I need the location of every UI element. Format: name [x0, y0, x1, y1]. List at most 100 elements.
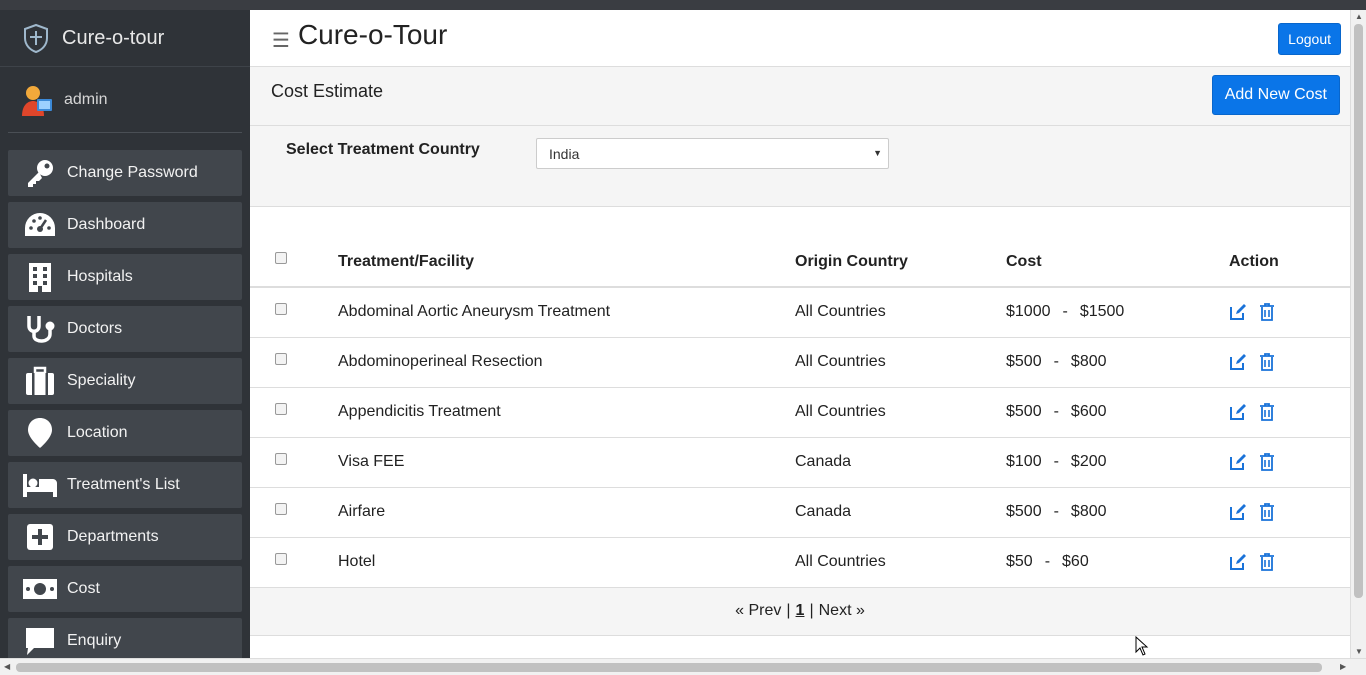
brand[interactable]: Cure-o-tour: [0, 10, 250, 67]
sidebar-item-departments[interactable]: Departments: [8, 514, 242, 560]
scroll-up-icon[interactable]: ▲: [1355, 12, 1363, 21]
row-checkbox[interactable]: [275, 552, 287, 565]
sidebar: Cure-o-tour admin Change Password Dashbo…: [0, 10, 250, 658]
header-origin: Origin Country: [795, 237, 1006, 288]
sidebar-item-label: Cost: [67, 580, 100, 597]
next-page-link[interactable]: Next »: [819, 602, 865, 620]
scroll-left-icon[interactable]: ◀: [4, 662, 10, 671]
pager-separator: |: [809, 602, 814, 619]
cost-range: $500- $800: [1006, 337, 1229, 388]
sidebar-item-doctors[interactable]: Doctors: [8, 306, 242, 352]
menu-toggle-icon[interactable]: ☰: [272, 28, 290, 53]
treatment-name: Hotel: [338, 537, 795, 588]
sidebar-item-label: Enquiry: [67, 632, 122, 649]
sidebar-menu: Change Password Dashboard Hospitals Doct…: [0, 150, 250, 658]
row-select-cell: [250, 487, 338, 538]
table-row: Abdominoperineal Resection All Countries $…: [250, 337, 1350, 388]
cost-max: $1500: [1079, 303, 1125, 321]
treatment-country-select[interactable]: India ▼: [536, 138, 889, 169]
building-icon: [22, 260, 58, 294]
cost-max: $800: [1070, 353, 1107, 370]
sidebar-item-speciality[interactable]: Speciality: [8, 358, 242, 404]
mouse-cursor-icon: [1135, 636, 1149, 656]
panel-title: Cost Estimate: [271, 81, 384, 101]
filter-label: Select Treatment Country: [286, 141, 480, 158]
table-row: Abdominal Aortic Aneurysm Treatment All C…: [250, 287, 1350, 338]
current-page-link[interactable]: 1: [796, 602, 805, 620]
table-row: Visa FEE Canada $100- $200: [250, 437, 1350, 488]
cost-range: $1000- $1500: [1006, 287, 1229, 338]
sidebar-item-dashboard[interactable]: Dashboard: [8, 202, 242, 248]
stethoscope-icon: [22, 312, 58, 346]
horizontal-scrollbar[interactable]: ◀ ▶: [0, 658, 1366, 675]
row-checkbox[interactable]: [275, 502, 287, 515]
cost-max: $60: [1062, 553, 1089, 570]
trash-icon[interactable]: [1259, 303, 1277, 322]
user-profile[interactable]: admin: [8, 67, 242, 133]
logout-button[interactable]: Logout: [1278, 23, 1341, 55]
user-name: admin: [64, 90, 108, 108]
row-select-cell: [250, 437, 338, 488]
row-checkbox[interactable]: [275, 452, 287, 465]
select-all-checkbox[interactable]: [275, 252, 287, 265]
trash-icon[interactable]: [1259, 553, 1277, 571]
scroll-right-icon[interactable]: ▶: [1340, 662, 1346, 671]
window-top-strip: [0, 0, 1366, 10]
origin-country: All Countries: [795, 337, 1006, 388]
vertical-scrollbar[interactable]: ▲ ▼: [1350, 10, 1366, 658]
edit-icon[interactable]: [1229, 403, 1247, 421]
cost-min: $500: [1006, 353, 1042, 370]
trash-icon[interactable]: [1259, 403, 1277, 421]
row-actions: [1229, 437, 1350, 488]
row-actions: [1229, 487, 1350, 538]
main-content: ☰ Cure-o-Tour Logout Cost Estimate Add N…: [250, 10, 1350, 658]
sidebar-item-label: Treatment's List: [67, 476, 180, 493]
cost-range-separator: -: [1044, 553, 1051, 570]
brand-logo-icon: [24, 23, 48, 53]
cost-range-separator: -: [1062, 303, 1068, 321]
scroll-down-icon[interactable]: ▼: [1355, 647, 1363, 656]
prev-page-link[interactable]: « Prev: [735, 602, 781, 620]
trash-icon[interactable]: [1259, 353, 1277, 371]
edit-icon[interactable]: [1229, 353, 1247, 371]
table-row: Airfare Canada $500- $800: [250, 487, 1350, 538]
row-select-cell: [250, 287, 338, 338]
horizontal-scroll-thumb[interactable]: [16, 663, 1322, 672]
row-checkbox[interactable]: [275, 352, 287, 365]
sidebar-item-change-password[interactable]: Change Password: [8, 150, 242, 196]
edit-icon[interactable]: [1229, 453, 1247, 471]
sidebar-item-location[interactable]: Location: [8, 410, 242, 456]
cost-range-separator: -: [1053, 453, 1059, 470]
sidebar-item-treatments-list[interactable]: Treatment's List: [8, 462, 242, 508]
edit-icon[interactable]: [1229, 553, 1247, 571]
vertical-scroll-thumb[interactable]: [1354, 24, 1363, 598]
sidebar-item-cost[interactable]: Cost: [8, 566, 242, 612]
row-select-cell: [250, 337, 338, 388]
cost-max: $800: [1070, 503, 1107, 520]
select-value: India: [549, 145, 580, 162]
cost-range: $500- $600: [1006, 387, 1229, 438]
row-checkbox[interactable]: [275, 402, 287, 415]
treatment-name: Abdominal Aortic Aneurysm Treatment: [338, 287, 795, 338]
comment-icon: [22, 624, 58, 658]
trash-icon[interactable]: [1259, 453, 1277, 471]
cost-table-wrapper: Treatment/Facility Origin Country Cost A…: [250, 207, 1350, 588]
trash-icon[interactable]: [1259, 503, 1277, 521]
cost-range: $50- $60: [1006, 537, 1229, 588]
header-cost: Cost: [1006, 237, 1229, 288]
add-new-cost-button[interactable]: Add New Cost: [1211, 75, 1340, 115]
bed-icon: [22, 468, 58, 502]
row-checkbox[interactable]: [275, 303, 287, 316]
edit-icon[interactable]: [1229, 503, 1247, 521]
sidebar-item-enquiry[interactable]: Enquiry: [8, 618, 242, 658]
cost-min: $100: [1006, 453, 1042, 470]
header-select-all: [250, 237, 338, 288]
origin-country: Canada: [795, 437, 1006, 488]
edit-icon[interactable]: [1229, 303, 1247, 321]
treatment-name: Airfare: [338, 487, 795, 538]
cost-table: Treatment/Facility Origin Country Cost A…: [250, 237, 1350, 588]
row-actions: [1229, 387, 1350, 438]
table-row: Appendicitis Treatment All Countries $500-…: [250, 387, 1350, 438]
sidebar-item-hospitals[interactable]: Hospitals: [8, 254, 242, 300]
sidebar-item-label: Change Password: [67, 164, 198, 181]
